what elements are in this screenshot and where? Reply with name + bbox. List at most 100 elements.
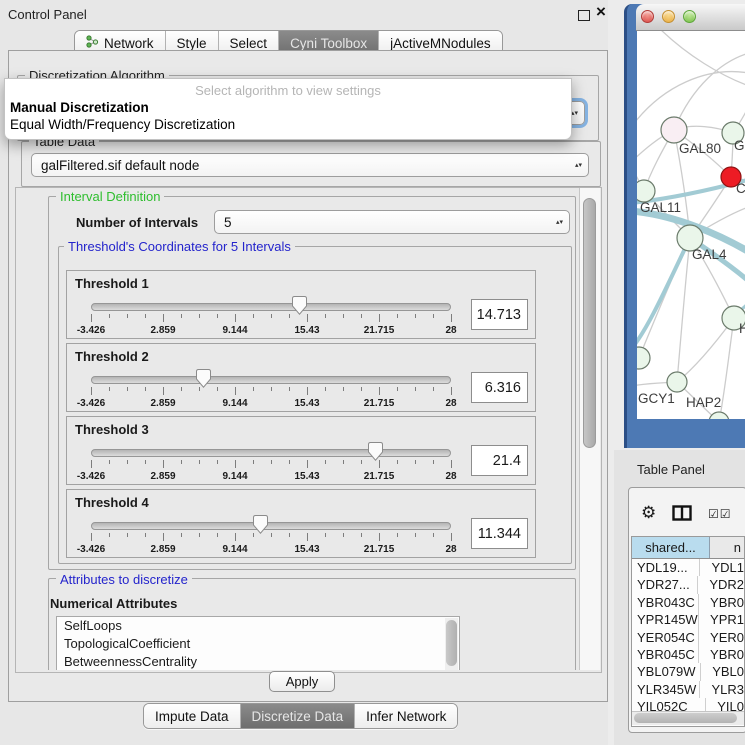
attributes-scrollbar[interactable] bbox=[445, 618, 458, 670]
attribute-items: SelfLoopsTopologicalCoefficientBetweenne… bbox=[57, 617, 459, 670]
number-of-intervals-value: 5 bbox=[224, 215, 232, 230]
attribute-item[interactable]: TopologicalCoefficient bbox=[57, 635, 459, 653]
thresholds-group-title: Threshold's Coordinates for 5 Intervals bbox=[64, 239, 295, 254]
threshold-slider[interactable]: -3.4262.8599.14415.4321.71528 bbox=[91, 368, 451, 412]
slider-track[interactable] bbox=[91, 303, 451, 311]
table-data-select[interactable]: galFiltered.sif default node ▴▾ bbox=[31, 153, 589, 177]
window-title: Control Panel bbox=[8, 7, 87, 22]
network-node-label: GAL80 bbox=[679, 141, 721, 156]
threshold-label: Threshold 4 bbox=[75, 495, 149, 510]
slider-tick-labels: -3.4262.8599.14415.4321.71528 bbox=[91, 398, 451, 410]
float-window-button[interactable] bbox=[578, 10, 590, 21]
slider-thumb[interactable] bbox=[368, 442, 383, 461]
columns-icon[interactable] bbox=[672, 505, 692, 524]
threshold-slider[interactable]: -3.4262.8599.14415.4321.71528 bbox=[91, 514, 451, 558]
bottom-tab-bar: Impute Data Discretize Data Infer Networ… bbox=[143, 703, 458, 729]
table-row[interactable]: YPR145WYPR1 bbox=[632, 611, 744, 628]
threshold-slider[interactable]: -3.4262.8599.14415.4321.71528 bbox=[91, 295, 451, 339]
network-node[interactable] bbox=[637, 347, 650, 369]
tab-label: Discretize Data bbox=[252, 709, 344, 724]
network-node-label: GAL4 bbox=[692, 247, 727, 262]
threshold-panel: Threshold 3 -3.4262.8599.14415.4321.7152… bbox=[66, 416, 536, 485]
tab-label: Select bbox=[230, 36, 268, 51]
network-node[interactable] bbox=[661, 117, 687, 143]
threshold-value-field[interactable]: 21.4 bbox=[471, 445, 528, 476]
combo-stepper-icon: ▴▾ bbox=[550, 220, 563, 225]
table-horizontal-scrollbar[interactable] bbox=[632, 711, 744, 725]
slider-ticks bbox=[91, 387, 451, 397]
tab-impute-data[interactable]: Impute Data bbox=[144, 704, 241, 728]
slider-track[interactable] bbox=[91, 522, 451, 530]
table-row[interactable]: YBR045CYBR0 bbox=[632, 646, 744, 663]
tab-label: Style bbox=[177, 36, 207, 51]
threshold-panel: Threshold 1 -3.4262.8599.14415.4321.7152… bbox=[66, 270, 536, 339]
threshold-label: Threshold 2 bbox=[75, 349, 149, 364]
network-node[interactable] bbox=[667, 372, 687, 392]
attribute-item[interactable]: SelfLoops bbox=[57, 617, 459, 635]
slider-tick-labels: -3.4262.8599.14415.4321.71528 bbox=[91, 471, 451, 483]
attributes-group-title: Attributes to discretize bbox=[56, 572, 192, 587]
table-row[interactable]: YDL19...YDL1 bbox=[632, 559, 744, 576]
threshold-label: Threshold 3 bbox=[75, 422, 149, 437]
tab-label: Cyni Toolbox bbox=[290, 36, 367, 51]
numerical-attributes-list[interactable]: SelfLoopsTopologicalCoefficientBetweenne… bbox=[56, 616, 460, 670]
slider-thumb[interactable] bbox=[253, 515, 268, 534]
threshold-panel: Threshold 4 -3.4262.8599.14415.4321.7152… bbox=[66, 489, 536, 558]
zoom-traffic-light[interactable] bbox=[683, 10, 696, 23]
table-panel-window: Table Panel ⚙ ☑☑ shared... n YDL19...YDL… bbox=[614, 450, 745, 745]
network-node-label: GAL11 bbox=[640, 200, 681, 215]
tab-label: Infer Network bbox=[366, 709, 446, 724]
column-header-shared-name[interactable]: shared... bbox=[632, 537, 710, 558]
minimize-traffic-light[interactable] bbox=[662, 10, 675, 23]
tab-label: Network bbox=[104, 36, 154, 51]
network-node[interactable] bbox=[637, 180, 655, 202]
network-window-titlebar[interactable] bbox=[636, 4, 745, 31]
cyni-toolbox-panel: Discretization Algorithm ▴▾ Table Data g… bbox=[8, 50, 608, 702]
slider-ticks bbox=[91, 533, 451, 543]
slider-ticks bbox=[91, 314, 451, 324]
screen: Control Panel × Network Style Select bbox=[0, 0, 745, 745]
table-data-value: galFiltered.sif default node bbox=[41, 158, 199, 173]
threshold-value-field[interactable]: 14.713 bbox=[471, 299, 528, 330]
numerical-attributes-label: Numerical Attributes bbox=[50, 596, 177, 611]
apply-button[interactable]: Apply bbox=[269, 671, 335, 692]
table-panel-title: Table Panel bbox=[637, 462, 705, 477]
table-row[interactable]: YBL079WYBL0 bbox=[632, 663, 744, 680]
threshold-panel: Threshold 2 -3.4262.8599.14415.4321.7152… bbox=[66, 343, 536, 412]
tab-discretize-data[interactable]: Discretize Data bbox=[241, 704, 356, 728]
checkbox-columns-icon[interactable]: ☑☑ bbox=[708, 507, 732, 521]
slider-track[interactable] bbox=[91, 449, 451, 457]
network-node[interactable] bbox=[709, 412, 729, 419]
popup-item-equal-width-frequency[interactable]: Equal Width/Frequency Discretization bbox=[10, 117, 235, 132]
table-row[interactable]: YDR27...YDR2 bbox=[632, 576, 744, 593]
network-node-label: H bbox=[739, 321, 745, 336]
threshold-label: Threshold 1 bbox=[75, 276, 149, 291]
control-panel-window: Control Panel × Network Style Select bbox=[0, 0, 608, 745]
slider-tick-labels: -3.4262.8599.14415.4321.71528 bbox=[91, 325, 451, 337]
close-window-button[interactable]: × bbox=[596, 2, 606, 22]
tab-label: Impute Data bbox=[155, 709, 229, 724]
threshold-value-field[interactable]: 11.344 bbox=[471, 518, 528, 549]
threshold-slider[interactable]: -3.4262.8599.14415.4321.71528 bbox=[91, 441, 451, 485]
slider-track[interactable] bbox=[91, 376, 451, 384]
combo-stepper-icon: ▴▾ bbox=[569, 163, 582, 168]
table-row[interactable]: YER054CYER0 bbox=[632, 629, 744, 646]
settings-scrollbar-thumb[interactable] bbox=[583, 198, 596, 448]
table-row[interactable]: YLR345WYLR3 bbox=[632, 681, 744, 698]
network-node-label: C bbox=[736, 181, 745, 196]
tab-infer-network[interactable]: Infer Network bbox=[355, 704, 457, 728]
close-traffic-light[interactable] bbox=[641, 10, 654, 23]
network-canvas[interactable]: GAL80GCGAL11GAL4GCY1HHAP2 bbox=[637, 31, 745, 419]
attribute-item[interactable]: BetweennessCentrality bbox=[57, 653, 459, 670]
table-row[interactable]: YBR043CYBR0 bbox=[632, 594, 744, 611]
slider-thumb[interactable] bbox=[196, 369, 211, 388]
table-body: YDL19...YDL1YDR27...YDR2YBR043CYBR0YPR14… bbox=[632, 559, 744, 716]
slider-thumb[interactable] bbox=[292, 296, 307, 315]
number-of-intervals-select[interactable]: 5 ▴▾ bbox=[214, 210, 570, 234]
popup-item-manual-discretization[interactable]: Manual Discretization bbox=[10, 100, 149, 115]
gear-icon[interactable]: ⚙ bbox=[641, 503, 656, 523]
threshold-value-field[interactable]: 6.316 bbox=[471, 372, 528, 403]
network-graph-icon bbox=[86, 35, 99, 51]
settings-scrollbar[interactable] bbox=[579, 188, 600, 670]
column-header-name[interactable]: n bbox=[710, 537, 744, 558]
